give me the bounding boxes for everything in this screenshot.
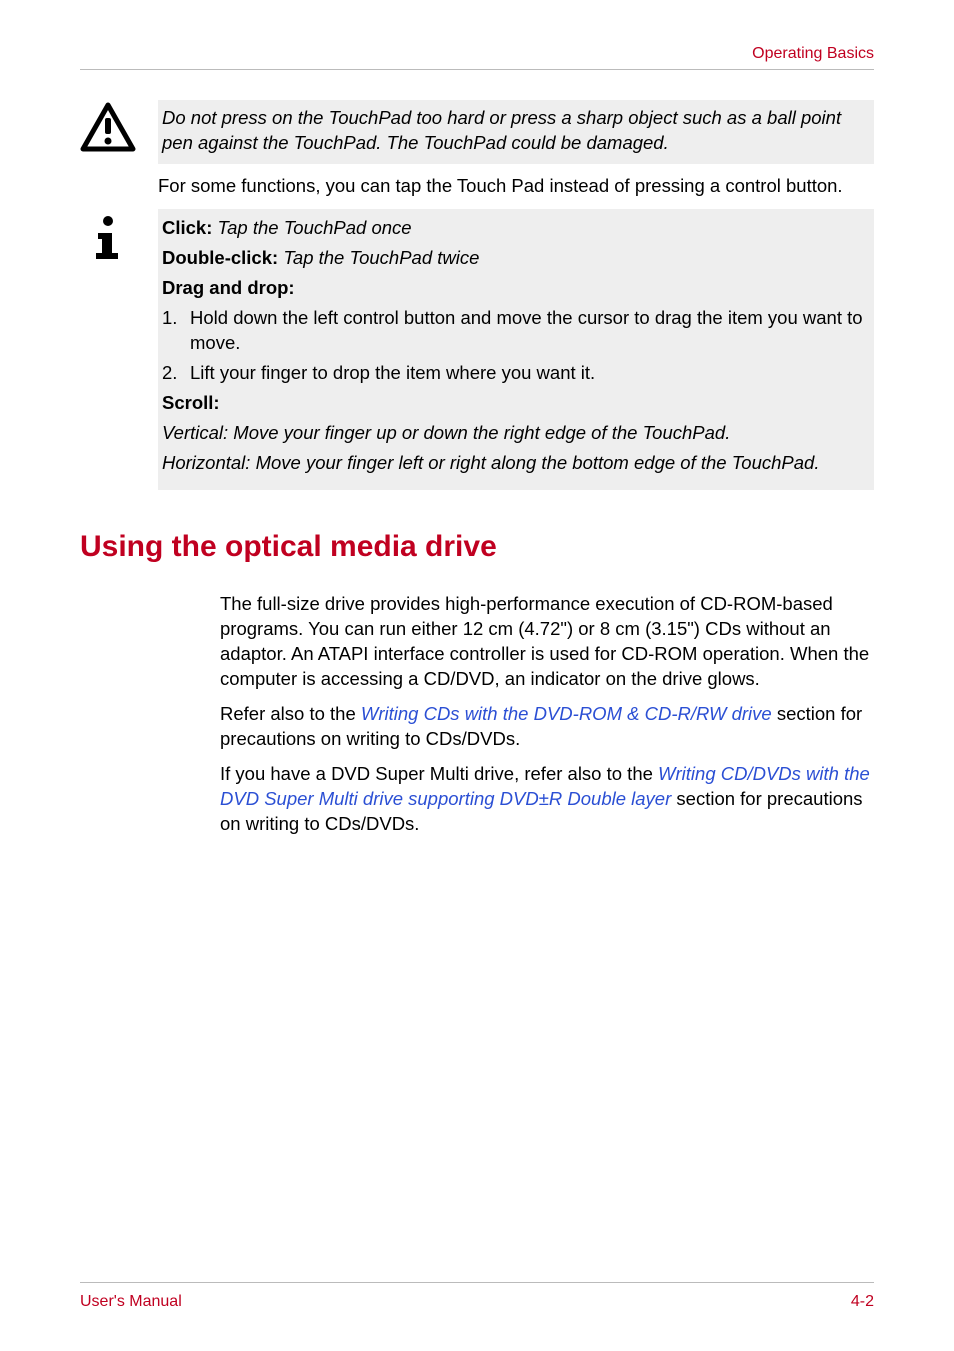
info-icon (80, 211, 158, 267)
warning-row: Do not press on the TouchPad too hard or… (80, 100, 874, 209)
warning-content: Do not press on the TouchPad too hard or… (158, 100, 874, 209)
section-body: The full-size drive provides high-perfor… (220, 592, 874, 837)
info-content: Click: Tap the TouchPad once Double-clic… (158, 209, 874, 490)
click-label: Click: (162, 217, 212, 238)
warning-text: Do not press on the TouchPad too hard or… (158, 100, 874, 164)
drag-drop-label: Drag and drop: (162, 275, 870, 301)
page: Operating Basics Do not press on the Tou… (0, 0, 954, 1351)
section-title: Using the optical media drive (80, 530, 874, 564)
step-1-num: 1. (162, 305, 190, 357)
horizontal-rule-bottom (80, 1282, 874, 1283)
intro-text: For some functions, you can tap the Touc… (158, 174, 874, 199)
click-desc-text: Tap the TouchPad once (218, 217, 412, 238)
footer-row: User's Manual 4-2 (80, 1293, 874, 1311)
info-icon-col (80, 209, 158, 267)
click-line: Click: Tap the TouchPad once (162, 215, 870, 241)
step-1-text: Hold down the left control button and mo… (190, 305, 870, 357)
double-click-desc: Tap the TouchPad twice (283, 247, 479, 268)
horizontal-rule-top (80, 69, 874, 70)
double-click-label: Double-click: (162, 247, 278, 268)
section-para2: Refer also to the Writing CDs with the D… (220, 702, 874, 752)
footer-right: 4-2 (851, 1293, 874, 1311)
step-2: 2. Lift your finger to drop the item whe… (162, 360, 870, 386)
step-2-text: Lift your finger to drop the item where … (190, 360, 870, 386)
footer: User's Manual 4-2 (80, 1282, 874, 1311)
drag-drop-steps: 1. Hold down the left control button and… (162, 305, 870, 387)
double-click-line: Double-click: Tap the TouchPad twice (162, 245, 870, 271)
header-category: Operating Basics (80, 45, 874, 63)
step-1: 1. Hold down the left control button and… (162, 305, 870, 357)
warning-icon-col (80, 100, 158, 152)
warning-icon (80, 102, 158, 152)
scroll-vertical: Vertical: Move your finger up or down th… (162, 420, 870, 446)
footer-left: User's Manual (80, 1293, 182, 1311)
info-box: Click: Tap the TouchPad once Double-clic… (158, 209, 874, 490)
para3-before: If you have a DVD Super Multi drive, ref… (220, 763, 658, 784)
section-para3: If you have a DVD Super Multi drive, ref… (220, 762, 874, 837)
section-para1: The full-size drive provides high-perfor… (220, 592, 874, 692)
step-2-num: 2. (162, 360, 190, 386)
info-row: Click: Tap the TouchPad once Double-clic… (80, 209, 874, 490)
para2-before: Refer also to the (220, 703, 361, 724)
scroll-label: Scroll: (162, 390, 870, 416)
link-writing-cds-cdrw[interactable]: Writing CDs with the DVD-ROM & CD-R/RW d… (361, 703, 772, 724)
scroll-horizontal: Horizontal: Move your finger left or rig… (162, 450, 870, 476)
